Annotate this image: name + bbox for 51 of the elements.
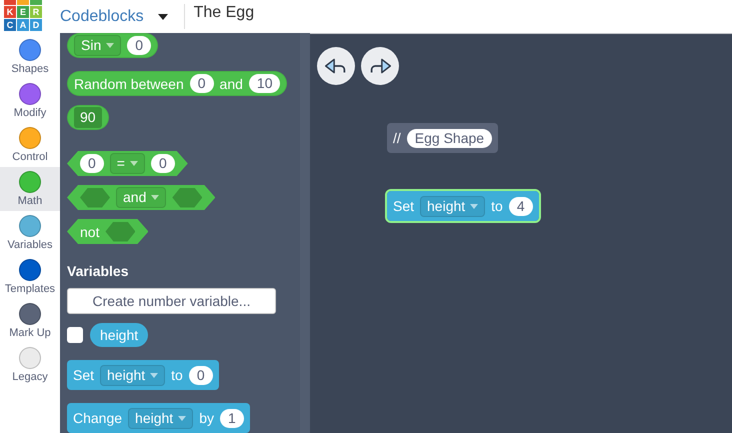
- design-name[interactable]: The Egg: [194, 4, 254, 22]
- value-input[interactable]: Egg Shape: [406, 128, 492, 148]
- code-block[interactable]: Random between 0 and 10: [67, 71, 288, 96]
- redo-button[interactable]: [361, 47, 399, 85]
- block-label: to: [171, 367, 183, 383]
- block-label: Set: [73, 367, 94, 383]
- caret-icon: [178, 416, 186, 420]
- value-input[interactable]: 0: [80, 154, 104, 173]
- value-input[interactable]: 10: [248, 74, 280, 93]
- block-label: by: [199, 410, 214, 426]
- block-label: Random between: [74, 76, 184, 92]
- caret-icon: [130, 161, 138, 166]
- create-variable-button[interactable]: Create number variable...: [67, 288, 276, 314]
- code-block[interactable]: 90: [67, 105, 109, 130]
- code-block[interactable]: Set height to 4: [387, 191, 539, 221]
- block-label: and: [220, 76, 243, 92]
- code-block[interactable]: 0 = 0: [67, 151, 188, 176]
- editor-mode-dropdown[interactable]: Codeblocks: [60, 8, 144, 26]
- block-label: to: [491, 198, 503, 214]
- category-item[interactable]: Templates: [0, 255, 60, 299]
- value-input[interactable]: 4: [508, 196, 533, 216]
- caret-icon: [151, 195, 160, 200]
- scrollbar-track[interactable]: [300, 33, 310, 433]
- category-item[interactable]: Shapes: [0, 35, 60, 79]
- code-block[interactable]: Sin 0: [67, 33, 158, 58]
- value-input[interactable]: 1: [220, 408, 244, 428]
- caret-icon[interactable]: [158, 14, 168, 20]
- value-input[interactable]: 0: [127, 36, 152, 55]
- category-item[interactable]: Mark Up: [0, 299, 60, 343]
- number-field[interactable]: 90: [74, 107, 102, 128]
- block-label: //: [393, 130, 401, 146]
- code-block[interactable]: Set height to 0: [67, 360, 219, 390]
- value-input[interactable]: 0: [150, 154, 175, 173]
- code-block[interactable]: Change height by 1: [67, 403, 250, 433]
- block-label: Change: [73, 410, 122, 426]
- checkbox[interactable]: [67, 327, 83, 343]
- category-item[interactable]: Modify: [0, 79, 60, 123]
- caret-icon: [470, 204, 478, 208]
- value-input[interactable]: 0: [188, 366, 213, 384]
- block-label: not: [80, 224, 100, 240]
- section-heading: Variables: [67, 263, 128, 279]
- value-input[interactable]: 0: [190, 74, 214, 93]
- category-item[interactable]: Math: [0, 167, 60, 211]
- category-item[interactable]: Variables: [0, 211, 60, 255]
- block-label: Set: [393, 198, 414, 214]
- caret-icon: [150, 372, 158, 378]
- code-block[interactable]: // Egg Shape: [387, 123, 498, 153]
- undo-button[interactable]: [317, 47, 355, 85]
- category-item[interactable]: Control: [0, 123, 60, 167]
- caret-icon: [106, 43, 114, 48]
- category-item[interactable]: Legacy: [0, 343, 60, 387]
